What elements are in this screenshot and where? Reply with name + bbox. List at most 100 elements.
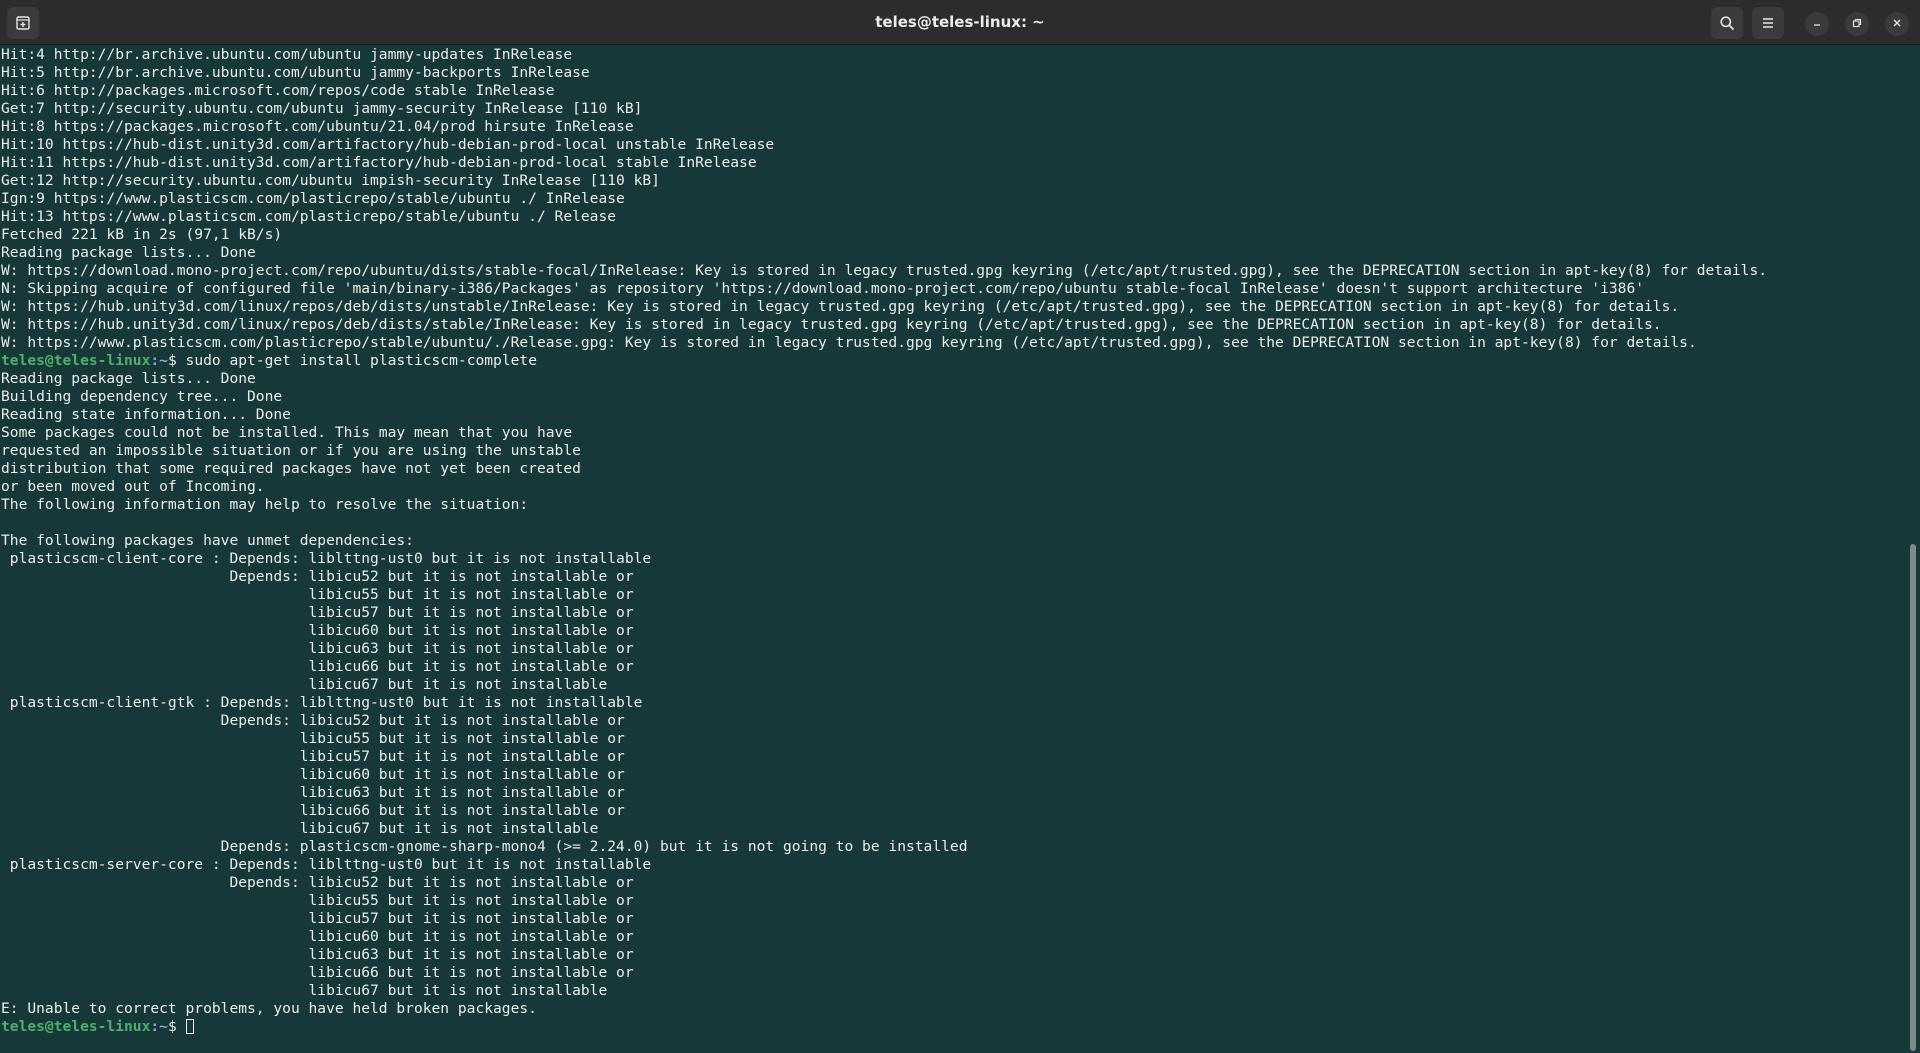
terminal-line: libicu55 but it is not installable or xyxy=(1,892,1905,910)
terminal-line: Depends: libicu52 but it is not installa… xyxy=(1,874,1905,892)
terminal-line: Reading state information... Done xyxy=(1,406,1905,424)
terminal-line: Building dependency tree... Done xyxy=(1,388,1905,406)
new-tab-button[interactable] xyxy=(7,7,39,39)
output-text: plasticscm-client-core : Depends: libltt… xyxy=(1,550,652,567)
output-text: libicu60 but it is not installable or xyxy=(1,766,625,783)
terminal-line: libicu57 but it is not installable or xyxy=(1,604,1905,622)
output-text: Hit:4 http://br.archive.ubuntu.com/ubunt… xyxy=(1,46,573,63)
terminal-line: libicu55 but it is not installable or xyxy=(1,586,1905,604)
terminal-line: Hit:13 https://www.plasticscm.com/plasti… xyxy=(1,208,1905,226)
output-text: Reading package lists... Done xyxy=(1,370,256,387)
minimize-icon xyxy=(1812,15,1822,33)
terminal-line: libicu66 but it is not installable or xyxy=(1,658,1905,676)
output-text: Building dependency tree... Done xyxy=(1,388,283,405)
output-text: libicu63 but it is not installable or xyxy=(1,784,625,801)
close-button[interactable] xyxy=(1885,12,1909,36)
terminal-line: libicu66 but it is not installable or xyxy=(1,964,1905,982)
terminal-line: plasticscm-client-gtk : Depends: liblttn… xyxy=(1,694,1905,712)
terminal-line: or been moved out of Incoming. xyxy=(1,478,1905,496)
prompt-user: teles@teles-linux xyxy=(1,1018,151,1035)
terminal-line: The following information may help to re… xyxy=(1,496,1905,514)
terminal-line: libicu66 but it is not installable or xyxy=(1,802,1905,820)
output-text: Get:7 http://security.ubuntu.com/ubuntu … xyxy=(1,100,643,117)
terminal-line: Reading package lists... Done xyxy=(1,370,1905,388)
terminal-line: libicu55 but it is not installable or xyxy=(1,730,1905,748)
terminal-line: libicu57 but it is not installable or xyxy=(1,748,1905,766)
title-bar[interactable]: teles@teles-linux: ~ xyxy=(0,0,1920,45)
output-text: Hit:5 http://br.archive.ubuntu.com/ubunt… xyxy=(1,64,590,81)
terminal-line: Fetched 221 kB in 2s (97,1 kB/s) xyxy=(1,226,1905,244)
output-text: Hit:13 https://www.plasticscm.com/plasti… xyxy=(1,208,617,225)
prompt-path: :~ xyxy=(150,352,168,369)
prompt-symbol: $ xyxy=(167,352,186,369)
output-text: W: https://hub.unity3d.com/linux/repos/d… xyxy=(1,316,1662,333)
terminal-line: Hit:8 https://packages.microsoft.com/ubu… xyxy=(1,118,1905,136)
prompt-line: teles@teles-linux:~$ xyxy=(1,1018,1905,1036)
menu-button[interactable] xyxy=(1752,7,1784,39)
terminal-line: libicu67 but it is not installable xyxy=(1,982,1905,1000)
terminal-line: libicu67 but it is not installable xyxy=(1,820,1905,838)
terminal-scrollbar[interactable] xyxy=(1908,46,1918,1053)
terminal-line: libicu63 but it is not installable or xyxy=(1,640,1905,658)
output-text: plasticscm-client-gtk : Depends: liblttn… xyxy=(1,694,643,711)
terminal-output[interactable]: Hit:4 http://br.archive.ubuntu.com/ubunt… xyxy=(0,46,1905,1053)
command-text: sudo apt-get install plasticscm-complete xyxy=(185,352,537,369)
terminal-line: libicu60 but it is not installable or xyxy=(1,928,1905,946)
terminal-line: Hit:6 http://packages.microsoft.com/repo… xyxy=(1,82,1905,100)
terminal-line: Reading package lists... Done xyxy=(1,244,1905,262)
output-text: Depends: libicu52 but it is not installa… xyxy=(1,874,634,891)
terminal-line: Get:7 http://security.ubuntu.com/ubuntu … xyxy=(1,100,1905,118)
terminal-line: Some packages could not be installed. Th… xyxy=(1,424,1905,442)
search-icon xyxy=(1719,15,1735,31)
terminal-line: distribution that some required packages… xyxy=(1,460,1905,478)
output-text: E: Unable to correct problems, you have … xyxy=(1,1000,537,1017)
output-text: Depends: plasticscm-gnome-sharp-mono4 (>… xyxy=(1,838,968,855)
output-text: The following information may help to re… xyxy=(1,496,529,513)
output-text: libicu67 but it is not installable xyxy=(1,820,599,837)
hamburger-menu-icon xyxy=(1760,15,1776,31)
output-text: Ign:9 https://www.plasticscm.com/plastic… xyxy=(1,190,625,207)
output-text: distribution that some required packages… xyxy=(1,460,581,477)
output-text: W: https://download.mono-project.com/rep… xyxy=(1,262,1768,279)
output-text: libicu60 but it is not installable or xyxy=(1,622,634,639)
terminal-line: plasticscm-client-core : Depends: libltt… xyxy=(1,550,1905,568)
terminal-line: The following packages have unmet depend… xyxy=(1,532,1905,550)
output-text: libicu57 but it is not installable or xyxy=(1,748,625,765)
terminal-line: libicu57 but it is not installable or xyxy=(1,910,1905,928)
terminal-line: W: https://www.plasticscm.com/plasticrep… xyxy=(1,334,1905,352)
prompt-symbol: $ xyxy=(167,1018,186,1035)
terminal-line: Hit:10 https://hub-dist.unity3d.com/arti… xyxy=(1,136,1905,154)
window-title: teles@teles-linux: ~ xyxy=(875,13,1045,31)
terminal-line: libicu60 but it is not installable or xyxy=(1,622,1905,640)
terminal-line: E: Unable to correct problems, you have … xyxy=(1,1000,1905,1018)
prompt-line: teles@teles-linux:~$ sudo apt-get instal… xyxy=(1,352,1905,370)
text-cursor[interactable] xyxy=(185,1019,194,1034)
terminal-line: plasticscm-server-core : Depends: libltt… xyxy=(1,856,1905,874)
prompt-user: teles@teles-linux xyxy=(1,352,151,369)
terminal-line: Depends: libicu52 but it is not installa… xyxy=(1,568,1905,586)
output-text: libicu66 but it is not installable or xyxy=(1,964,634,981)
output-text: requested an impossible situation or if … xyxy=(1,442,581,459)
output-text: Depends: libicu52 but it is not installa… xyxy=(1,568,634,585)
output-text: W: https://www.plasticscm.com/plasticrep… xyxy=(1,334,1697,351)
terminal-line: W: https://hub.unity3d.com/linux/repos/d… xyxy=(1,298,1905,316)
maximize-button[interactable] xyxy=(1845,12,1869,36)
output-text: N: Skipping acquire of configured file '… xyxy=(1,280,1645,297)
output-text: Hit:11 https://hub-dist.unity3d.com/arti… xyxy=(1,154,757,171)
output-text: Reading state information... Done xyxy=(1,406,291,423)
terminal-line: libicu67 but it is not installable xyxy=(1,676,1905,694)
terminal-line: libicu63 but it is not installable or xyxy=(1,784,1905,802)
terminal-line: Depends: libicu52 but it is not installa… xyxy=(1,712,1905,730)
search-button[interactable] xyxy=(1711,7,1743,39)
minimize-button[interactable] xyxy=(1805,12,1829,36)
terminal-line: Ign:9 https://www.plasticscm.com/plastic… xyxy=(1,190,1905,208)
output-text: libicu66 but it is not installable or xyxy=(1,802,625,819)
output-text: libicu57 but it is not installable or xyxy=(1,604,634,621)
output-text: libicu55 but it is not installable or xyxy=(1,892,634,909)
output-text: Hit:6 http://packages.microsoft.com/repo… xyxy=(1,82,555,99)
output-text: Depends: libicu52 but it is not installa… xyxy=(1,712,625,729)
prompt-path: :~ xyxy=(150,1018,168,1035)
output-text: libicu63 but it is not installable or xyxy=(1,946,634,963)
terminal-line: requested an impossible situation or if … xyxy=(1,442,1905,460)
scrollbar-thumb[interactable] xyxy=(1910,544,1916,1051)
